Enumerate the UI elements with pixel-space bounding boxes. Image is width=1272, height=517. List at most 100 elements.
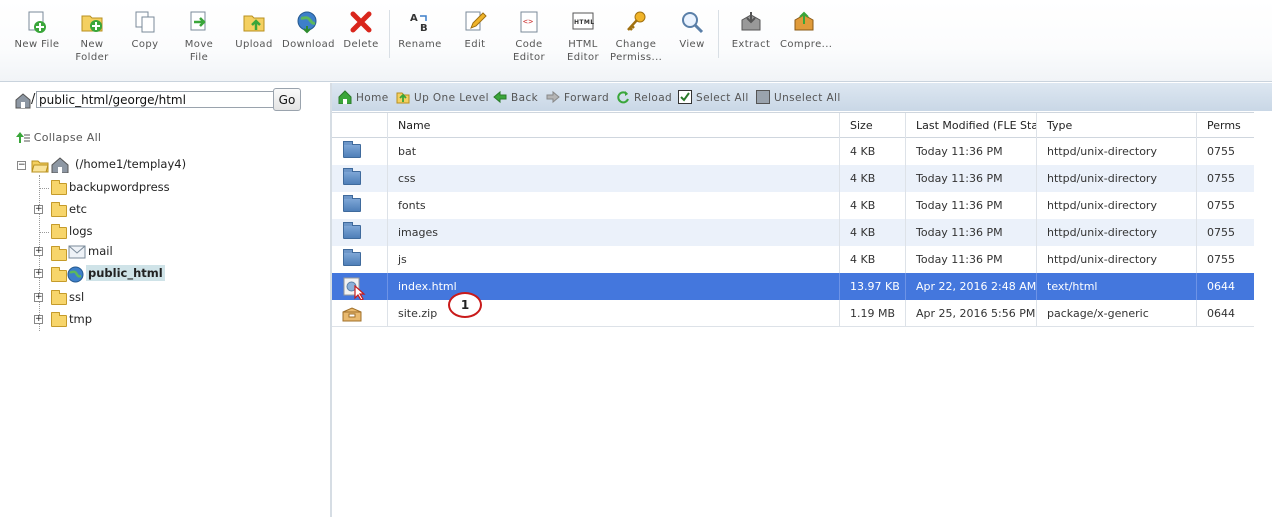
compress-button[interactable]: Compre... (780, 8, 833, 51)
up-one-level-action[interactable]: Up One Level (396, 90, 489, 104)
table-row[interactable]: images 4 KB Today 11:36 PM httpd/unix-di… (332, 219, 1254, 246)
tree-item-label: logs (69, 224, 93, 238)
new-file-button[interactable]: New File (14, 8, 60, 51)
unselect-all-label: Unselect All (774, 92, 841, 104)
file-perms[interactable]: 0755 (1196, 246, 1254, 273)
tree-item-public-html[interactable]: + public_html (34, 265, 174, 283)
delete-icon (349, 10, 373, 34)
tree-item-ssl[interactable]: + ssl (34, 290, 234, 308)
file-type: httpd/unix-directory (1036, 138, 1196, 165)
tree-item-mail[interactable]: + mail (34, 244, 234, 262)
perms-column-header[interactable]: Perms (1196, 113, 1254, 140)
copy-button[interactable]: Copy (126, 8, 164, 51)
change-permissions-button[interactable]: Change Permiss... (610, 8, 662, 64)
row-icon-cell (332, 246, 387, 273)
unselect-all-action[interactable]: Unselect All (756, 90, 841, 104)
tree-item-tmp[interactable]: + tmp (34, 312, 234, 330)
file-perms[interactable]: 0755 (1196, 165, 1254, 192)
type-column-header[interactable]: Type (1036, 113, 1196, 140)
file-size: 13.97 KB (839, 273, 905, 300)
tree-item-logs[interactable]: logs (38, 224, 238, 242)
go-button[interactable]: Go (273, 88, 301, 111)
extract-button[interactable]: Extract (730, 8, 772, 51)
rename-label: Rename (398, 39, 442, 50)
toolbar-separator (718, 10, 719, 58)
expand-toggle[interactable]: + (34, 247, 43, 256)
reload-action[interactable]: Reload (616, 90, 672, 104)
file-name[interactable]: images (387, 219, 839, 246)
file-perms[interactable]: 0644 (1196, 300, 1254, 327)
file-name[interactable]: fonts (387, 192, 839, 219)
expand-toggle[interactable]: + (34, 205, 43, 214)
view-label: View (679, 39, 705, 50)
move-file-button[interactable]: Move File (174, 8, 224, 64)
file-modified: Today 11:36 PM (905, 138, 1036, 165)
size-column-header[interactable]: Size (839, 113, 905, 140)
folder-icon (51, 202, 67, 217)
edit-button[interactable]: Edit (456, 8, 494, 51)
folder-icon (51, 224, 67, 239)
expand-toggle[interactable]: + (34, 315, 43, 324)
name-column-header[interactable]: Name (387, 113, 839, 140)
move-file-label: Move File (184, 39, 214, 63)
table-row[interactable]: bat 4 KB Today 11:36 PM httpd/unix-direc… (332, 138, 1254, 165)
tree-item-label: etc (69, 202, 87, 216)
file-type: httpd/unix-directory (1036, 192, 1196, 219)
upload-button[interactable]: Upload (234, 8, 274, 51)
change-permissions-label: Change Permiss... (610, 39, 663, 63)
key-icon (624, 10, 648, 34)
view-button[interactable]: View (674, 8, 710, 51)
file-name[interactable]: js (387, 246, 839, 273)
upload-label: Upload (235, 39, 273, 50)
select-all-label: Select All (696, 92, 749, 104)
new-file-label: New File (14, 39, 60, 50)
collapse-toggle[interactable]: − (17, 161, 26, 170)
copy-label: Copy (131, 39, 159, 50)
magnifier-icon (680, 10, 704, 34)
table-row[interactable]: css 4 KB Today 11:36 PM httpd/unix-direc… (332, 165, 1254, 192)
row-icon-cell (332, 165, 387, 192)
file-name[interactable]: bat (387, 138, 839, 165)
code-editor-button[interactable]: <> Code Editor (508, 8, 550, 64)
expand-toggle[interactable]: + (34, 293, 43, 302)
html-editor-button[interactable]: HTML HTML Editor (562, 8, 604, 64)
forward-action[interactable]: Forward (546, 90, 609, 104)
extract-label: Extract (731, 39, 771, 50)
folder-icon (343, 249, 361, 266)
compress-label: Compre... (780, 39, 833, 50)
file-perms[interactable]: 0755 (1196, 192, 1254, 219)
table-row[interactable]: fonts 4 KB Today 11:36 PM httpd/unix-dir… (332, 192, 1254, 219)
up-one-level-label: Up One Level (414, 92, 489, 104)
tree-item-label: tmp (69, 312, 93, 326)
edit-icon (463, 10, 487, 34)
new-folder-label: New Folder (75, 39, 109, 63)
tree-item-etc[interactable]: + etc (34, 202, 234, 220)
download-button[interactable]: Download (282, 8, 335, 51)
select-all-action[interactable]: Select All (678, 90, 749, 104)
back-action[interactable]: Back (493, 90, 538, 104)
tree-root[interactable]: − (/home1/templay4) (17, 157, 217, 175)
file-name[interactable]: css (387, 165, 839, 192)
path-input[interactable] (36, 91, 282, 108)
new-folder-button[interactable]: New Folder (70, 8, 114, 64)
directory-tree-panel: / Go Collapse All − (/home1/templay4) ba… (0, 83, 330, 517)
rename-button[interactable]: AB Rename (398, 8, 442, 51)
delete-button[interactable]: Delete (342, 8, 380, 51)
download-icon (295, 10, 319, 34)
tree-item-backupwordpress[interactable]: backupwordpress (38, 180, 238, 198)
home-action[interactable]: Home (338, 90, 389, 105)
folder-icon (343, 168, 361, 185)
collapse-all-link[interactable]: Collapse All (16, 131, 101, 144)
file-perms[interactable]: 0755 (1196, 219, 1254, 246)
svg-text:A: A (410, 13, 418, 24)
file-perms[interactable]: 0644 (1196, 273, 1254, 300)
back-label: Back (511, 92, 539, 104)
tree-item-label: backupwordpress (69, 180, 170, 194)
file-perms[interactable]: 0755 (1196, 138, 1254, 165)
tree-connector (39, 188, 49, 189)
file-type: httpd/unix-directory (1036, 165, 1196, 192)
expand-toggle[interactable]: + (34, 269, 43, 278)
html-editor-icon: HTML (571, 10, 595, 34)
table-row[interactable]: js 4 KB Today 11:36 PM httpd/unix-direct… (332, 246, 1254, 273)
modified-column-header[interactable]: Last Modified (FLE Stand (905, 113, 1036, 140)
